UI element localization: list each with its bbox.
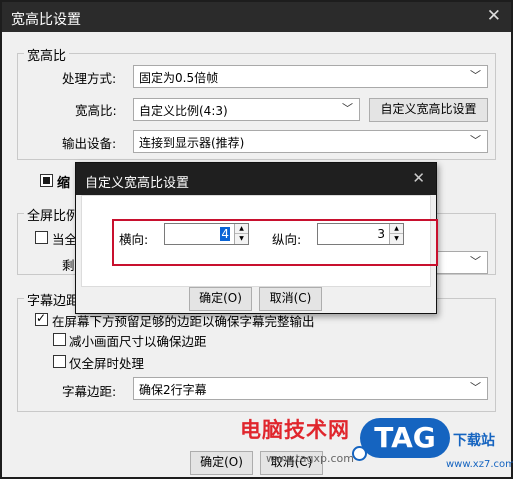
device-select-value: 连接到显示器(推荐) <box>139 136 245 150</box>
scale-checkbox[interactable] <box>40 174 53 187</box>
method-select-value: 固定为0.5倍帧 <box>139 71 219 85</box>
custom-aspect-ratio-dialog: 自定义宽高比设置 ✕ 横向: 4 ▲ ▼ 纵向: 3 ▲ ▼ 确定(O) 取消(… <box>75 162 438 314</box>
watermark-url: www.tagxp.com <box>266 452 354 465</box>
method-select[interactable]: 固定为0.5倍帧 ﹀ <box>133 65 488 88</box>
device-label: 输出设备: <box>62 136 117 151</box>
method-label: 处理方式: <box>62 71 117 86</box>
ratio-select-value: 自定义比例(4:3) <box>139 104 228 118</box>
subtitle-margin-value: 确保2行字幕 <box>139 383 207 397</box>
fullscreen-only-checkbox[interactable] <box>53 355 66 368</box>
horizontal-spinner-value[interactable]: 4 <box>220 227 230 241</box>
dialog-ok-button[interactable]: 确定(O) <box>189 287 252 311</box>
close-icon[interactable]: ✕ <box>412 169 425 187</box>
fullscreen-select[interactable]: ﹀ <box>433 251 488 274</box>
triangle-up-icon[interactable]: ▲ <box>390 224 403 234</box>
horizontal-label: 横向: <box>119 232 149 247</box>
triangle-down-icon[interactable]: ▼ <box>390 234 403 244</box>
subtitle-margin-label: 字幕边距: <box>62 384 117 399</box>
watermark-download-text: 下载站 <box>453 433 495 449</box>
dialog-cancel-button[interactable]: 取消(C) <box>259 287 322 311</box>
horizontal-spinner[interactable]: 4 ▲ ▼ <box>164 223 249 245</box>
triangle-up-icon[interactable]: ▲ <box>235 224 248 234</box>
vertical-label: 纵向: <box>272 232 302 247</box>
chevron-down-icon: ﹀ <box>342 102 353 115</box>
vertical-spinner-buttons[interactable]: ▲ ▼ <box>389 224 403 244</box>
shrink-frame-label: 减小画面尺寸以确保边距 <box>69 334 207 349</box>
reserve-margin-checkbox[interactable] <box>35 311 48 326</box>
chevron-down-icon: ﹀ <box>470 134 481 147</box>
watermark-text: 电脑技术网 <box>240 418 350 442</box>
watermark-site-url: www.xz7.com <box>446 459 513 470</box>
scale-checkbox-label: 缩 <box>57 176 71 191</box>
custom-aspect-ratio-button[interactable]: 自定义宽高比设置 <box>369 98 488 122</box>
subtitle-margin-select[interactable]: 确保2行字幕 ﹀ <box>133 377 488 400</box>
fullscreen-ratio-group-legend: 全屏比例 <box>24 205 83 224</box>
horizontal-spinner-buttons[interactable]: ▲ ▼ <box>234 224 248 244</box>
shrink-frame-checkbox[interactable] <box>53 333 66 346</box>
device-select[interactable]: 连接到显示器(推荐) ﹀ <box>133 130 488 153</box>
vertical-spinner[interactable]: 3 ▲ ▼ <box>317 223 404 245</box>
dialog-title: 自定义宽高比设置 <box>85 176 190 191</box>
triangle-down-icon[interactable]: ▼ <box>235 234 248 244</box>
subtitle-margin-group-legend: 字幕边距 <box>24 290 83 309</box>
main-titlebar[interactable]: 宽高比设置 ✕ <box>2 2 511 32</box>
close-icon[interactable]: ✕ <box>487 6 501 26</box>
ratio-select[interactable]: 自定义比例(4:3) ﹀ <box>133 98 360 121</box>
aspect-ratio-group-legend: 宽高比 <box>24 45 70 64</box>
dialog-titlebar[interactable]: 自定义宽高比设置 ✕ <box>76 163 436 195</box>
fullscreen-checkbox[interactable] <box>35 231 48 244</box>
main-window-title: 宽高比设置 <box>11 12 81 28</box>
chevron-down-icon: ﹀ <box>470 255 481 268</box>
fullscreen-row2-label: 剩 <box>62 258 75 273</box>
watermark-logo: TAG <box>360 418 450 458</box>
main-ok-button[interactable]: 确定(O) <box>190 451 253 475</box>
ratio-label: 宽高比: <box>75 103 117 118</box>
chevron-down-icon: ﹀ <box>470 381 481 394</box>
vertical-spinner-value[interactable]: 3 <box>377 227 385 241</box>
chevron-down-icon: ﹀ <box>470 69 481 82</box>
fullscreen-only-label: 仅全屏时处理 <box>69 356 145 371</box>
fullscreen-checkbox-label: 当全 <box>52 232 78 247</box>
